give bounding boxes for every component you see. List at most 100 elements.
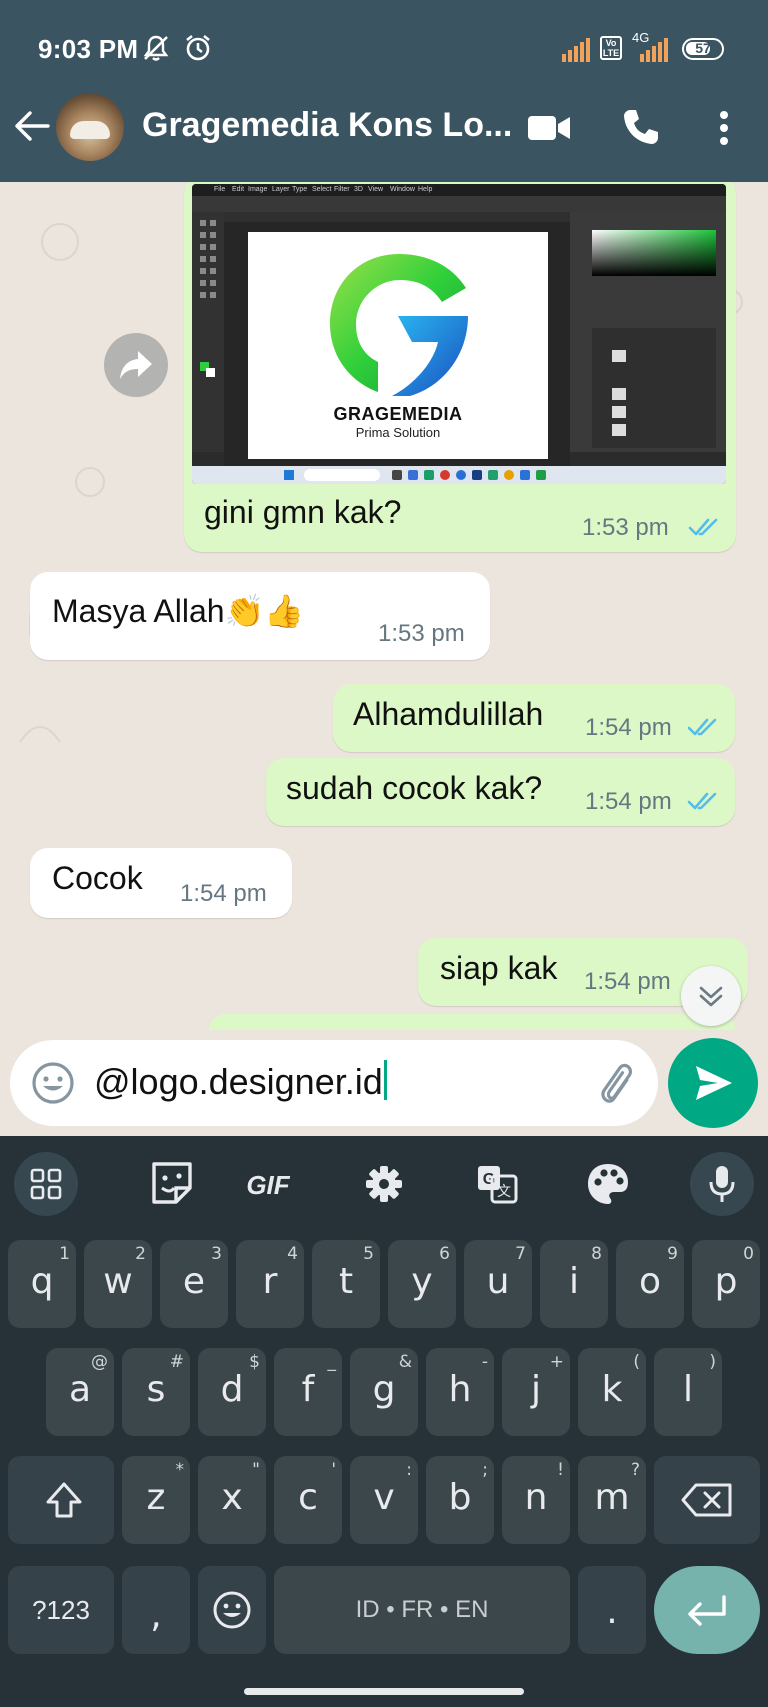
ps-menu-item: Layer xyxy=(272,186,290,193)
chat-title[interactable]: Gragemedia Kons Lo... xyxy=(142,106,512,145)
battery-icon: 57 xyxy=(682,38,724,60)
space-key[interactable]: ID • FR • EN xyxy=(274,1566,570,1654)
key-label: y xyxy=(411,1261,433,1302)
enter-icon xyxy=(688,1595,726,1626)
key-w[interactable]: 2w xyxy=(84,1240,152,1328)
message-input[interactable]: @logo.designer.id xyxy=(94,1060,387,1103)
key-p[interactable]: 0p xyxy=(692,1240,760,1328)
key-hint: ! xyxy=(557,1460,564,1480)
message-bubble-outgoing[interactable]: Alhamdulillah 1:54 pm xyxy=(333,684,735,752)
symbols-label: ?123 xyxy=(32,1595,90,1625)
video-call-icon[interactable] xyxy=(528,114,570,142)
key-hint: ) xyxy=(709,1352,716,1372)
key-l[interactable]: ) l xyxy=(654,1348,722,1436)
key-hint: 5 xyxy=(363,1244,374,1264)
settings-icon[interactable] xyxy=(352,1152,416,1216)
forward-button[interactable] xyxy=(104,333,168,397)
message-text: sudah cocok kak? xyxy=(286,770,543,806)
shift-key[interactable] xyxy=(8,1456,114,1544)
read-receipt-icon xyxy=(687,718,717,736)
key-hint: ( xyxy=(633,1352,640,1372)
ps-options-bar xyxy=(192,196,726,212)
sticker-icon[interactable] xyxy=(140,1152,204,1216)
ps-menubar: File Edit Image Layer Type Select Filter… xyxy=(192,184,726,196)
comma-key[interactable]: , xyxy=(122,1566,190,1654)
scroll-to-bottom-button[interactable] xyxy=(681,966,741,1026)
gesture-navigation-bar[interactable] xyxy=(244,1688,524,1695)
ps-tool-icons xyxy=(200,220,216,377)
key-u[interactable]: 7u xyxy=(464,1240,532,1328)
back-arrow-icon[interactable] xyxy=(14,108,50,144)
translate-icon[interactable]: G 文 xyxy=(464,1152,528,1216)
key-d[interactable]: $ d xyxy=(198,1348,266,1436)
send-button[interactable] xyxy=(668,1038,758,1128)
key-hint: 0 xyxy=(743,1244,754,1264)
key-c[interactable]: ' c xyxy=(274,1456,342,1544)
key-hint: ? xyxy=(630,1460,640,1480)
key-a[interactable]: @ a xyxy=(46,1348,114,1436)
key-label: n xyxy=(524,1477,548,1518)
key-q[interactable]: 1q xyxy=(8,1240,76,1328)
key-hint: + xyxy=(549,1352,564,1372)
key-i[interactable]: 8i xyxy=(540,1240,608,1328)
key-n[interactable]: ! n xyxy=(502,1456,570,1544)
apps-button[interactable] xyxy=(14,1152,78,1216)
more-options-icon[interactable] xyxy=(718,110,730,146)
key-label: a xyxy=(68,1369,92,1410)
key-t[interactable]: 5t xyxy=(312,1240,380,1328)
key-k[interactable]: (k xyxy=(578,1348,646,1436)
space-key-label: ID • FR • EN xyxy=(355,1596,489,1623)
message-bubble-incoming[interactable]: Cocok 1:54 pm xyxy=(30,848,292,918)
key-f[interactable]: _ f xyxy=(274,1348,342,1436)
key-b[interactable]: ; b xyxy=(426,1456,494,1544)
key-hint: 2 xyxy=(135,1244,146,1264)
key-label: t xyxy=(338,1261,354,1302)
key-label: p xyxy=(714,1261,738,1302)
enter-key[interactable] xyxy=(654,1566,760,1654)
palette-icon[interactable] xyxy=(576,1152,640,1216)
key-v[interactable]: :v xyxy=(350,1456,418,1544)
image-attachment[interactable]: File Edit Image Layer Type Select Filter… xyxy=(192,184,726,484)
key-label: x xyxy=(221,1477,243,1518)
message-bubble-outgoing[interactable]: sudah cocok kak? 1:54 pm xyxy=(266,758,735,826)
attach-icon[interactable] xyxy=(594,1058,638,1106)
key-hint: " xyxy=(252,1460,260,1480)
key-x[interactable]: " x xyxy=(198,1456,266,1544)
key-g[interactable]: & g xyxy=(350,1348,418,1436)
period-key[interactable]: . xyxy=(578,1566,646,1654)
key-s[interactable]: # s xyxy=(122,1348,190,1436)
key-e[interactable]: 3e xyxy=(160,1240,228,1328)
on-screen-keyboard: GIF G 文 1q 2w 3e 4r 5t 6y 7u 8i 9o 0 p @… xyxy=(0,1136,768,1707)
ps-menu-item: File xyxy=(214,186,226,193)
mic-icon xyxy=(709,1166,735,1202)
image-message-bubble[interactable]: File Edit Image Layer Type Select Filter… xyxy=(184,182,736,552)
key-o[interactable]: 9o xyxy=(616,1240,684,1328)
volte-badge: Vo LTE xyxy=(600,36,622,60)
message-text: Masya Allah👏👍 xyxy=(52,593,305,629)
signal-strength-icon xyxy=(562,38,590,62)
key-label: r xyxy=(262,1261,278,1302)
key-r[interactable]: 4r xyxy=(236,1240,304,1328)
taskbar-icons xyxy=(284,470,546,480)
windows-taskbar xyxy=(192,466,726,484)
gif-button[interactable]: GIF xyxy=(236,1152,300,1216)
message-input-value: @logo.designer.id xyxy=(94,1061,383,1102)
emoji-key[interactable] xyxy=(198,1566,266,1654)
key-m[interactable]: ? m xyxy=(578,1456,646,1544)
key-label: k xyxy=(601,1369,623,1410)
backspace-key[interactable] xyxy=(654,1456,760,1544)
voice-input-button[interactable] xyxy=(690,1152,754,1216)
key-z[interactable]: * z xyxy=(122,1456,190,1544)
key-h[interactable]: -h xyxy=(426,1348,494,1436)
key-y[interactable]: 6y xyxy=(388,1240,456,1328)
key-hint: 9 xyxy=(667,1244,678,1264)
symbols-key[interactable]: ?123 xyxy=(8,1566,114,1654)
voice-call-icon[interactable] xyxy=(622,108,660,146)
message-bubble-incoming[interactable]: Masya Allah👏👍 1:53 pm xyxy=(30,572,490,660)
ps-menu-item: View xyxy=(368,186,384,193)
key-j[interactable]: + j xyxy=(502,1348,570,1436)
emoji-icon[interactable] xyxy=(30,1060,76,1106)
chat-area[interactable]: File Edit Image Layer Type Select Filter… xyxy=(0,182,768,1042)
message-input-box[interactable]: @logo.designer.id xyxy=(10,1040,658,1126)
contact-avatar[interactable] xyxy=(56,93,124,161)
